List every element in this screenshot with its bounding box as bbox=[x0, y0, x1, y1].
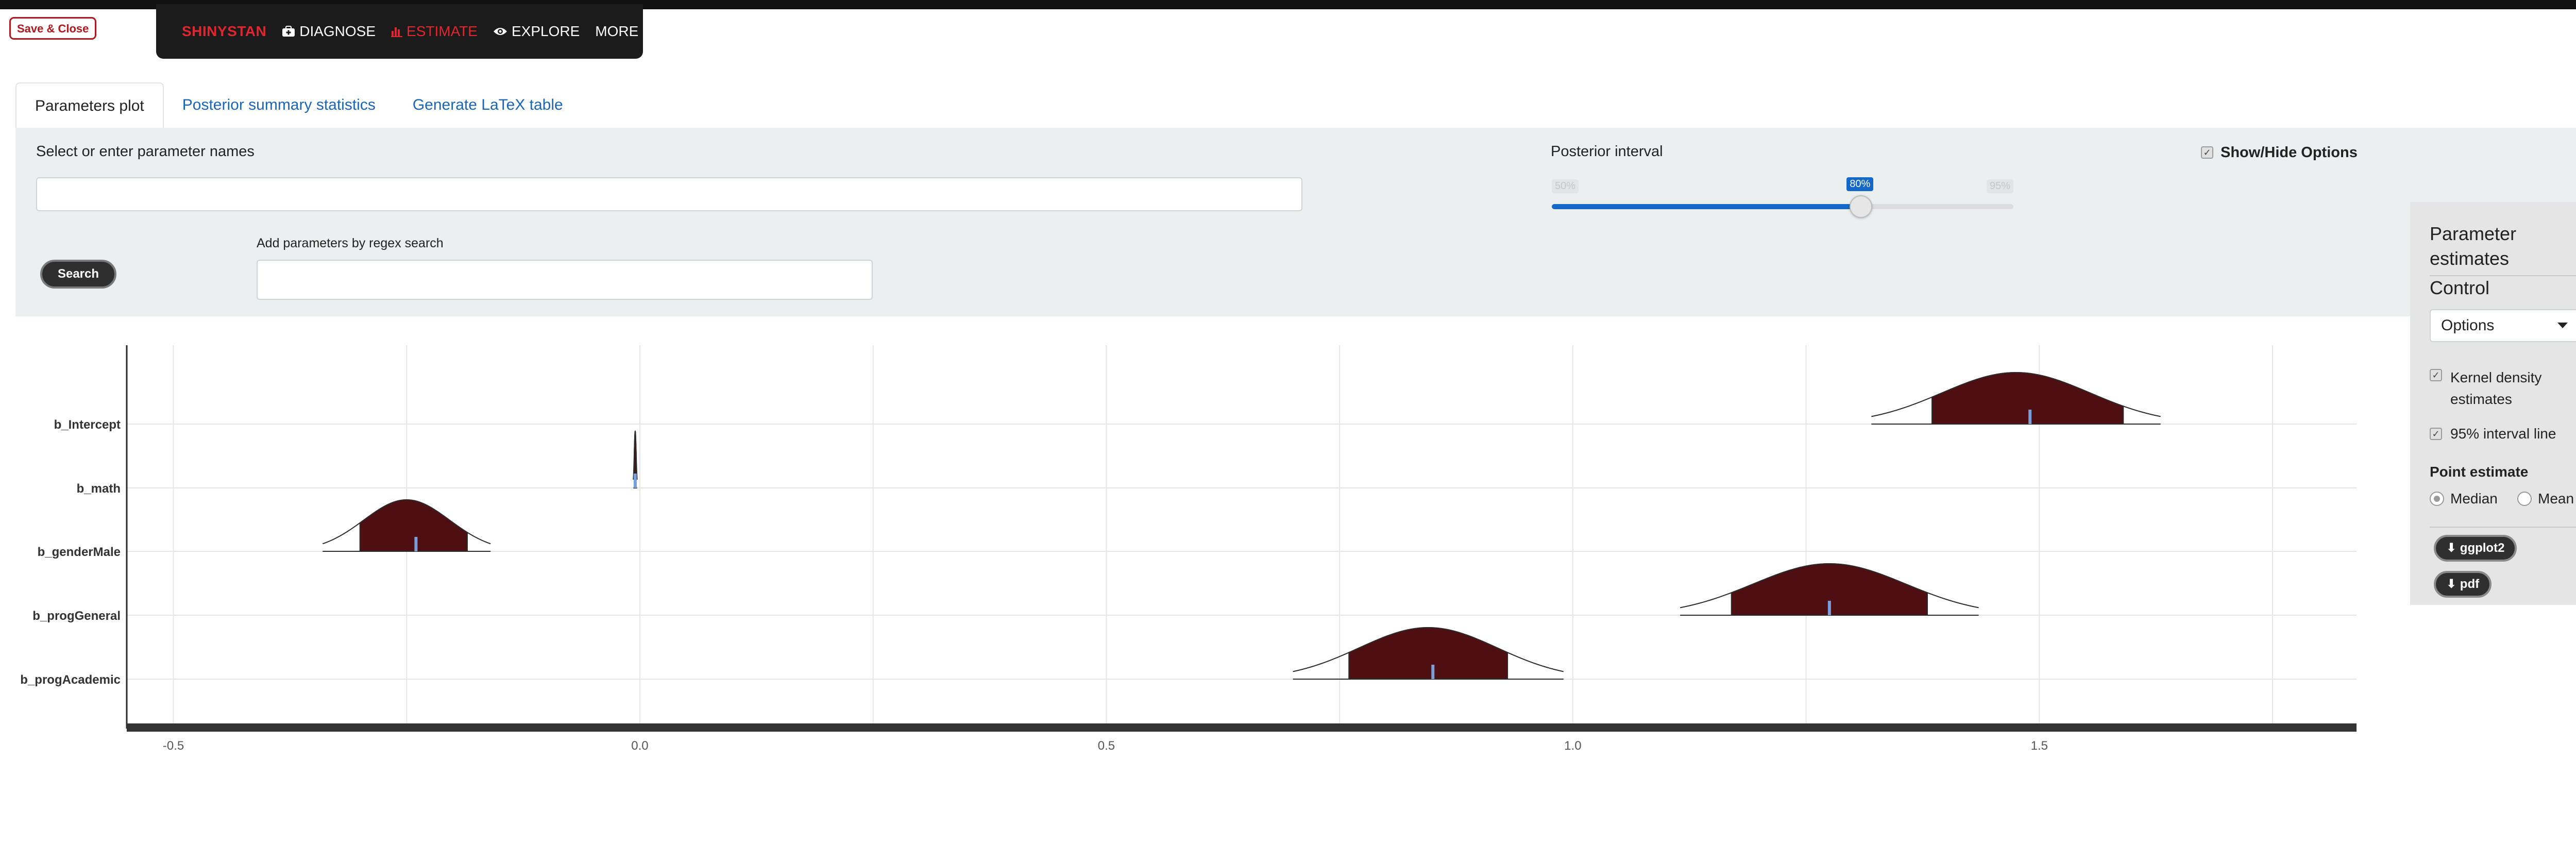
download-icon: ⬇ bbox=[2446, 541, 2457, 555]
chevron-down-icon bbox=[2557, 323, 2568, 328]
param-select-input[interactable] bbox=[36, 177, 1302, 211]
nav-more-label: MORE bbox=[595, 23, 639, 39]
chart-x-labels: -0.5 0.0 0.5 1.0 1.5 bbox=[163, 739, 2048, 753]
y-tick-label: b_math bbox=[77, 482, 121, 496]
pdf-label: pdf bbox=[2460, 577, 2480, 591]
tab-latex-table[interactable]: Generate LaTeX table bbox=[394, 82, 582, 128]
slider-value-label: 80% bbox=[1846, 177, 1874, 191]
bar-chart-icon bbox=[391, 26, 403, 37]
posterior-interval-label: Posterior interval bbox=[1551, 143, 1663, 160]
kde-checkbox[interactable]: ✓ bbox=[2430, 369, 2442, 381]
tab-parameters-plot[interactable]: Parameters plot bbox=[15, 82, 164, 128]
nav-more[interactable]: MORE bbox=[595, 23, 650, 40]
brand-logo[interactable]: SHINYSTAN bbox=[182, 23, 266, 40]
nav-diagnose-label: DIAGNOSE bbox=[299, 23, 376, 39]
tab-posterior-summary[interactable]: Posterior summary statistics bbox=[164, 82, 394, 128]
interval-slider-fill bbox=[1552, 204, 1861, 209]
download-icon: ⬇ bbox=[2446, 577, 2457, 591]
mean-radio[interactable] bbox=[2517, 492, 2532, 506]
search-button[interactable]: Search bbox=[40, 260, 116, 289]
parameter-estimates-chart: b_Intercept b_math b_genderMale b_progGener… bbox=[20, 345, 2357, 753]
point-estimate-title: Point estimate bbox=[2430, 464, 2529, 480]
chart-y-labels: b_Intercept b_math b_genderMale b_progGener… bbox=[20, 418, 121, 687]
sidebar-title: Parameter estimates bbox=[2430, 223, 2517, 269]
interval-slider-handle[interactable] bbox=[1850, 195, 1873, 218]
y-tick-label: b_progGeneral bbox=[32, 609, 121, 623]
nav-explore[interactable]: EXPLORE bbox=[493, 23, 580, 40]
kde-label[interactable]: Kernel density estimates bbox=[2450, 367, 2576, 410]
ridge-b_Intercept bbox=[1871, 372, 2161, 425]
density-fill bbox=[1931, 372, 2124, 425]
medkit-icon bbox=[282, 26, 295, 37]
ridge-b_progAcademic bbox=[1293, 627, 1564, 680]
nav-explore-label: EXPLORE bbox=[511, 23, 580, 39]
y-tick-label: b_Intercept bbox=[54, 418, 121, 432]
y-tick-label: b_progAcademic bbox=[20, 673, 121, 687]
y-tick-label: b_genderMale bbox=[38, 545, 121, 559]
density-fill bbox=[1348, 627, 1509, 680]
mean-label[interactable]: Mean bbox=[2538, 491, 2574, 507]
options-panel: Select or enter parameter names Search A… bbox=[15, 128, 2576, 316]
eye-icon bbox=[493, 26, 507, 37]
nav-diagnose[interactable]: DIAGNOSE bbox=[282, 23, 376, 40]
regex-label: Add parameters by regex search bbox=[257, 236, 444, 250]
x-tick-label: -0.5 bbox=[163, 739, 184, 753]
nav-estimate-label: ESTIMATE bbox=[406, 23, 478, 39]
regex-search-input[interactable] bbox=[257, 260, 873, 300]
show-hide-checkbox[interactable]: ✓ bbox=[2201, 146, 2213, 159]
x-tick-label: 1.5 bbox=[2031, 739, 2048, 753]
interval-line-label[interactable]: 95% interval line bbox=[2450, 426, 2556, 442]
sidebar-divider bbox=[2430, 275, 2576, 276]
ridge-b_progGeneral bbox=[1680, 563, 1979, 616]
ggplot2-download-button[interactable]: ⬇ ggplot2 bbox=[2434, 535, 2517, 562]
x-axis-bar bbox=[127, 723, 2357, 732]
save-close-button[interactable]: Save & Close bbox=[9, 17, 97, 40]
sidebar-divider-2 bbox=[2430, 527, 2576, 528]
x-tick-label: 0.5 bbox=[1098, 739, 1115, 753]
options-dropdown[interactable]: Options bbox=[2430, 309, 2576, 342]
x-tick-label: 1.0 bbox=[1564, 739, 1581, 753]
nav-estimate[interactable]: ESTIMATE bbox=[391, 23, 478, 40]
density-fill bbox=[359, 499, 468, 552]
x-tick-label: 0.0 bbox=[631, 739, 648, 753]
show-hide-label[interactable]: Show/Hide Options bbox=[2221, 144, 2358, 161]
slider-min-label: 50% bbox=[1552, 179, 1579, 193]
options-dropdown-value: Options bbox=[2441, 317, 2495, 334]
ggplot2-label: ggplot2 bbox=[2460, 541, 2505, 555]
tab-bar: Parameters plot Posterior summary statis… bbox=[15, 82, 582, 128]
param-select-label: Select or enter parameter names bbox=[36, 143, 255, 160]
pdf-download-button[interactable]: ⬇ pdf bbox=[2434, 571, 2492, 598]
control-title: Control bbox=[2430, 277, 2490, 298]
caret-down-icon bbox=[642, 29, 650, 34]
interval-line-checkbox[interactable]: ✓ bbox=[2430, 428, 2442, 440]
options-sidebar: Parameter estimates Control Options ✓ Ke… bbox=[2410, 202, 2576, 605]
chart-ridges bbox=[322, 372, 2161, 680]
ridge-b_genderMale bbox=[322, 499, 491, 552]
ridge-b_math bbox=[633, 430, 638, 488]
slider-max-label: 95% bbox=[1987, 179, 2014, 193]
median-radio[interactable] bbox=[2430, 492, 2444, 506]
median-label[interactable]: Median bbox=[2450, 491, 2498, 507]
navbar: SHINYSTAN DIAGNOSE ESTIMATE EXPLORE MORE bbox=[156, 4, 650, 59]
